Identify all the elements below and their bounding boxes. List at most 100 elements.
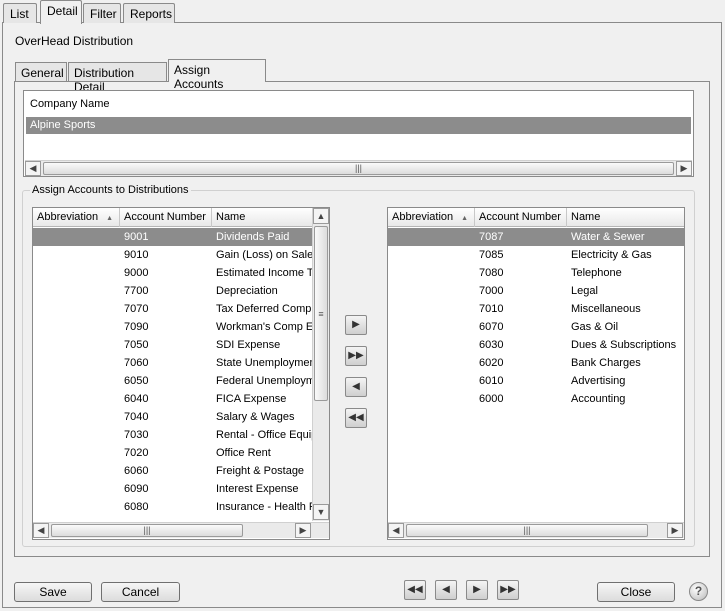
table-row[interactable]: 7087 Water & Sewer	[388, 228, 684, 246]
tab-distribution-detail[interactable]: Distribution Detail	[68, 62, 167, 94]
scroll-left-icon[interactable]: ◀	[25, 161, 41, 176]
account-number-cell: 7050	[124, 339, 149, 351]
abbreviation-cell	[33, 462, 120, 480]
account-name-cell: FICA Expense	[216, 393, 287, 405]
first-record-button[interactable]: ◀◀	[404, 580, 426, 600]
last-record-icon: ▶▶	[500, 584, 516, 595]
table-row[interactable]: 6080 Insurance - Health P	[33, 498, 313, 516]
abbreviation-cell	[33, 264, 120, 282]
table-row[interactable]: 7070 Tax Deferred Comp	[33, 300, 313, 318]
company-horizontal-scrollbar[interactable]: ◀ ||| ▶	[25, 160, 692, 176]
table-row[interactable]: 7080 Telephone	[388, 264, 684, 282]
account-name-cell: Dues & Subscriptions	[571, 339, 677, 351]
account-name-cell: Bank Charges	[571, 357, 641, 369]
cancel-button[interactable]: Cancel	[101, 582, 180, 602]
table-row[interactable]: 7700 Depreciation	[33, 282, 313, 300]
column-header-abbreviation[interactable]: Abbreviation ▲	[388, 208, 475, 227]
table-row[interactable]: 7010 Miscellaneous	[388, 300, 684, 318]
scroll-right-icon[interactable]: ▶	[295, 523, 311, 538]
tab-detail[interactable]: Detail	[40, 0, 82, 24]
account-name-cell: Estimated Income Ta	[216, 267, 313, 279]
table-row[interactable]: 6020 Bank Charges	[388, 354, 684, 372]
table-row[interactable]: 6000 Accounting	[388, 390, 684, 408]
table-row[interactable]: 7085 Electricity & Gas	[388, 246, 684, 264]
tab-filter[interactable]: Filter	[83, 3, 121, 23]
table-row[interactable]: 7000 Legal	[388, 282, 684, 300]
table-row[interactable]: 6090 Interest Expense	[33, 480, 313, 498]
account-number-cell: 6030	[479, 339, 504, 351]
scroll-right-icon[interactable]: ▶	[667, 523, 683, 538]
column-header-abbreviation[interactable]: Abbreviation ▲	[33, 208, 120, 227]
close-button[interactable]: Close	[597, 582, 675, 602]
company-list[interactable]: Company Name Alpine Sports ◀ ||| ▶	[23, 90, 694, 177]
move-all-left-button[interactable]: ◀◀	[345, 408, 367, 428]
account-number-cell: 6080	[124, 501, 149, 513]
column-header-name[interactable]: Name	[567, 208, 684, 227]
account-number-cell: 7010	[479, 303, 504, 315]
table-row[interactable]: 6040 FICA Expense	[33, 390, 313, 408]
tab-assign-accounts[interactable]: Assign Accounts	[168, 59, 266, 91]
assigned-accounts-grid[interactable]: Abbreviation ▲ Account Number Name 7087 Wa…	[387, 207, 685, 540]
abbreviation-cell	[33, 444, 120, 462]
next-record-button[interactable]: ▶	[466, 580, 488, 600]
table-row[interactable]: 7090 Workman's Comp Ex	[33, 318, 313, 336]
last-record-button[interactable]: ▶▶	[497, 580, 519, 600]
table-row[interactable]: 9010 Gain (Loss) on Sale o	[33, 246, 313, 264]
table-row[interactable]: 6060 Freight & Postage	[33, 462, 313, 480]
assigned-horizontal-scrollbar[interactable]: ◀ ||| ▶	[388, 522, 684, 538]
table-row[interactable]: 6030 Dues & Subscriptions	[388, 336, 684, 354]
move-all-right-button[interactable]: ▶▶	[345, 346, 367, 366]
column-header-account-number[interactable]: Account Number	[475, 208, 567, 227]
save-button[interactable]: Save	[14, 582, 92, 602]
tab-general[interactable]: General	[15, 62, 67, 81]
available-vertical-scrollbar[interactable]: ▲ ≡ ▼	[312, 208, 329, 521]
account-name-cell: State Unemploymen	[216, 357, 313, 369]
abbreviation-cell	[388, 300, 475, 318]
move-right-button[interactable]: ▶	[345, 315, 367, 335]
scroll-down-icon[interactable]: ▼	[313, 504, 329, 520]
account-name-cell: Miscellaneous	[571, 303, 641, 315]
table-row[interactable]: 9001 Dividends Paid	[33, 228, 313, 246]
scroll-left-icon[interactable]: ◀	[33, 523, 49, 538]
tab-reports[interactable]: Reports	[123, 3, 175, 23]
previous-record-button[interactable]: ◀	[435, 580, 457, 600]
account-name-cell: Federal Unemployme	[216, 375, 313, 387]
scroll-thumb[interactable]: |||	[43, 162, 674, 175]
next-record-icon: ▶	[473, 584, 481, 595]
double-arrow-left-icon: ◀◀	[348, 412, 364, 423]
available-accounts-grid[interactable]: Abbreviation ▲ Account Number Name 9001 Di…	[32, 207, 330, 540]
table-row[interactable]: 6070 Gas & Oil	[388, 318, 684, 336]
table-row[interactable]: 6050 Federal Unemployme	[33, 372, 313, 390]
column-header-account-number[interactable]: Account Number	[120, 208, 212, 227]
company-row-selected[interactable]: Alpine Sports	[26, 117, 691, 134]
table-row[interactable]: 7040 Salary & Wages	[33, 408, 313, 426]
table-row[interactable]: 6010 Advertising	[388, 372, 684, 390]
abbreviation-cell	[388, 372, 475, 390]
table-row[interactable]: 7060 State Unemploymen	[33, 354, 313, 372]
assigned-grid-header: Abbreviation ▲ Account Number Name	[388, 208, 684, 227]
scroll-thumb[interactable]: |||	[51, 524, 243, 537]
scroll-up-icon[interactable]: ▲	[313, 208, 329, 224]
account-name-cell: Freight & Postage	[216, 465, 305, 477]
abbreviation-cell	[388, 336, 475, 354]
scroll-right-icon[interactable]: ▶	[676, 161, 692, 176]
column-header-name[interactable]: Name	[212, 208, 313, 227]
available-grid-header: Abbreviation ▲ Account Number Name	[33, 208, 313, 227]
tab-list[interactable]: List	[3, 3, 37, 23]
account-number-cell: 7700	[124, 285, 149, 297]
help-icon[interactable]: ?	[689, 582, 708, 601]
scroll-thumb[interactable]: |||	[406, 524, 648, 537]
abbreviation-cell	[33, 318, 120, 336]
scroll-left-icon[interactable]: ◀	[388, 523, 404, 538]
table-row[interactable]: 9000 Estimated Income Ta	[33, 264, 313, 282]
table-row[interactable]: 7050 SDI Expense	[33, 336, 313, 354]
move-left-button[interactable]: ◀	[345, 377, 367, 397]
table-row[interactable]: 7030 Rental - Office Equip	[33, 426, 313, 444]
table-row[interactable]: 7020 Office Rent	[33, 444, 313, 462]
account-number-cell: 7040	[124, 411, 149, 423]
scroll-thumb[interactable]: ≡	[314, 226, 328, 401]
company-name-header[interactable]: Company Name	[30, 98, 109, 110]
account-name-cell: Legal	[571, 285, 598, 297]
account-name-cell: Electricity & Gas	[571, 249, 652, 261]
available-horizontal-scrollbar[interactable]: ◀ ||| ▶	[33, 522, 329, 538]
